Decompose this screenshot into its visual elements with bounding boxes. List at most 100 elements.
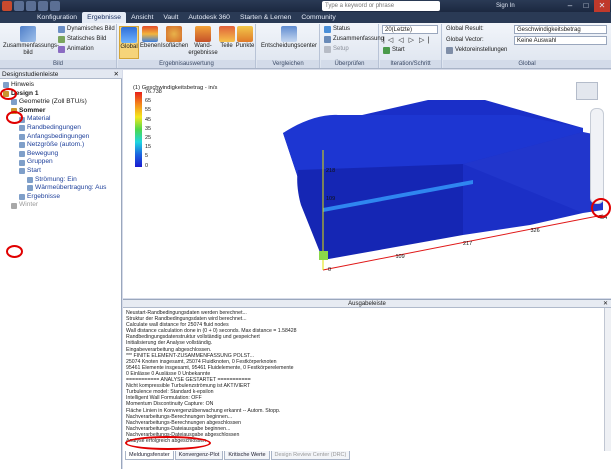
tab-community[interactable]: Community	[296, 12, 340, 23]
annotation-circle	[0, 88, 17, 100]
tree-item[interactable]: Design 1	[0, 90, 122, 99]
redo-icon[interactable]	[50, 1, 60, 11]
summary-button[interactable]: Zusammenfassung	[324, 35, 384, 44]
tab-autodesk-360[interactable]: Autodesk 360	[183, 12, 235, 23]
iteration-select[interactable]: 20(Letzte)	[382, 25, 438, 34]
app-menu-icon[interactable]	[2, 1, 12, 11]
setup-button[interactable]: Setup	[324, 45, 349, 54]
tree-node-icon	[19, 168, 25, 175]
decision-center-icon	[281, 26, 297, 42]
output-close-icon[interactable]: ✕	[603, 300, 608, 308]
vector-settings-button[interactable]: Vektoreinstellungen	[446, 46, 507, 55]
group-label-global: Global	[443, 60, 611, 68]
tree-node-icon	[27, 176, 33, 183]
tree-item-label: Sommer	[19, 106, 46, 114]
tab-messages[interactable]: Meldungsfenster	[125, 451, 174, 460]
window-controls: – □ ✕	[562, 0, 610, 12]
tree-item[interactable]: Netzgröße (autom.)	[0, 141, 122, 150]
minimize-button[interactable]: –	[562, 0, 578, 12]
group-vergleichen: Entscheidungscenter Vergleichen	[257, 24, 320, 68]
dynamic-image-button[interactable]: Dynamisches Bild	[58, 25, 115, 34]
tree-item-label: Ergebnisse	[27, 192, 60, 200]
global-vector-select[interactable]: Keine Auswahl	[514, 36, 607, 45]
first-step-icon[interactable]: |◁	[383, 36, 396, 45]
quick-access-toolbar	[2, 1, 60, 11]
tree-item[interactable]: Anfangsbedingungen	[0, 133, 122, 142]
group-label-vergleichen: Vergleichen	[257, 60, 319, 68]
panel-close-icon[interactable]: ✕	[114, 70, 119, 79]
group-label-iteration: Iteration/Schritt	[380, 60, 441, 68]
tree-item[interactable]: Start	[0, 167, 122, 176]
tree-item[interactable]: Wärmeübertragung: Aus	[0, 184, 122, 193]
tab-vault[interactable]: Vault	[158, 12, 183, 23]
summary-image-label: Zusammenfassungs-bild	[3, 43, 60, 56]
save-icon[interactable]	[26, 1, 36, 11]
maximize-button[interactable]: □	[578, 0, 594, 12]
static-image-label: Statisches Bild	[67, 36, 107, 42]
tab-konfiguration[interactable]: Konfiguration	[32, 12, 82, 23]
wall-results-button[interactable]: Wand-ergebnisse	[188, 26, 218, 57]
tab-ergebnisse[interactable]: Ergebnisse	[82, 12, 127, 23]
film-icon	[58, 46, 65, 53]
isosurfaces-button[interactable]: Isoflächen	[161, 26, 188, 50]
tree-item[interactable]: Randbedingungen	[0, 124, 122, 133]
static-image-button[interactable]: Statisches Bild	[58, 35, 106, 44]
planes-button[interactable]: Ebenen	[140, 26, 161, 50]
tab-starten-lernen[interactable]: Starten & Lernen	[235, 12, 296, 23]
graphics-viewport[interactable]: (1) Geschwindigkeitsbetrag - in/s 76.738…	[123, 70, 611, 298]
decision-center-label: Entscheidungscenter	[260, 43, 318, 49]
isosurface-icon	[166, 26, 182, 42]
previous-step-icon[interactable]: ◁	[398, 36, 406, 45]
animation-button[interactable]: Animation	[58, 45, 94, 54]
parts-button[interactable]: Teile	[218, 26, 235, 50]
undo-icon[interactable]	[38, 1, 48, 11]
status-button[interactable]: Status	[324, 25, 350, 34]
tree-item[interactable]: Geometrie (Zoll BTU/s)	[0, 98, 122, 107]
tree-item[interactable]: Gruppen	[0, 158, 122, 167]
tree-node-icon	[19, 159, 25, 166]
summary-image-button[interactable]: Zusammenfassungs-bild	[3, 26, 59, 57]
next-step-icon[interactable]: ▷	[409, 36, 417, 45]
decision-center-button[interactable]: Entscheidungscenter	[259, 26, 319, 50]
tree-item[interactable]: Bewegung	[0, 150, 122, 159]
dimension-label: 326	[530, 228, 540, 234]
points-icon	[237, 26, 253, 42]
tab-convergence-plot[interactable]: Konvergenz-Plot	[174, 451, 224, 460]
close-button[interactable]: ✕	[594, 0, 610, 12]
step-navigation[interactable]: |◁ ◁ ▷ ▷|	[383, 36, 432, 45]
tab-ansicht[interactable]: Ansicht	[126, 12, 158, 23]
dimension-label: 217	[463, 241, 473, 247]
tree-item[interactable]: Strömung: Ein	[0, 176, 122, 185]
group-bild: Zusammenfassungs-bild Dynamisches Bild S…	[0, 24, 117, 68]
search-input[interactable]: Type a keyword or phrase	[322, 1, 440, 11]
planes-label: Ebenen	[140, 43, 161, 49]
points-button[interactable]: Punkte	[235, 26, 255, 50]
status-icon	[324, 26, 331, 33]
dynamic-image-label: Dynamisches Bild	[67, 26, 115, 32]
last-step-icon[interactable]: ▷|	[419, 36, 432, 45]
tab-design-review-center[interactable]: Design Review Center (DRC)	[270, 451, 351, 460]
viewcube-icon[interactable]	[576, 82, 598, 100]
summary-icon	[324, 36, 331, 43]
start-button[interactable]: Start	[383, 46, 405, 55]
tab-critical-values[interactable]: Kritische Werte	[224, 451, 270, 460]
tree-item[interactable]: Hinweis	[0, 81, 122, 90]
tree-item-label: Material	[27, 115, 51, 123]
title-bar: Type a keyword or phrase Sign In – □ ✕	[0, 0, 611, 12]
tree-item[interactable]: Ergebnisse	[0, 193, 122, 202]
group-ueberpruefen: Status Zusammenfassung Setup Überprüfen	[321, 24, 384, 68]
sign-in-link[interactable]: Sign In	[496, 1, 515, 11]
tree-item-label: Bewegung	[27, 149, 59, 157]
navigation-bar[interactable]	[590, 108, 604, 204]
wall-results-icon	[195, 26, 211, 42]
open-icon[interactable]	[14, 1, 24, 11]
output-title: Ausgabeleiste	[348, 301, 386, 307]
group-label-ueberpruefen: Überprüfen	[321, 60, 378, 68]
wall-results-label: Wand-ergebnisse	[188, 43, 218, 56]
tree-item[interactable]: Winter	[0, 201, 122, 210]
start-icon	[383, 47, 390, 54]
global-button[interactable]: Global	[119, 26, 139, 59]
setup-label: Setup	[333, 46, 349, 52]
global-result-select[interactable]: Geschwindigkeitsbetrag	[514, 25, 607, 34]
output-scrollbar[interactable]	[604, 308, 611, 451]
